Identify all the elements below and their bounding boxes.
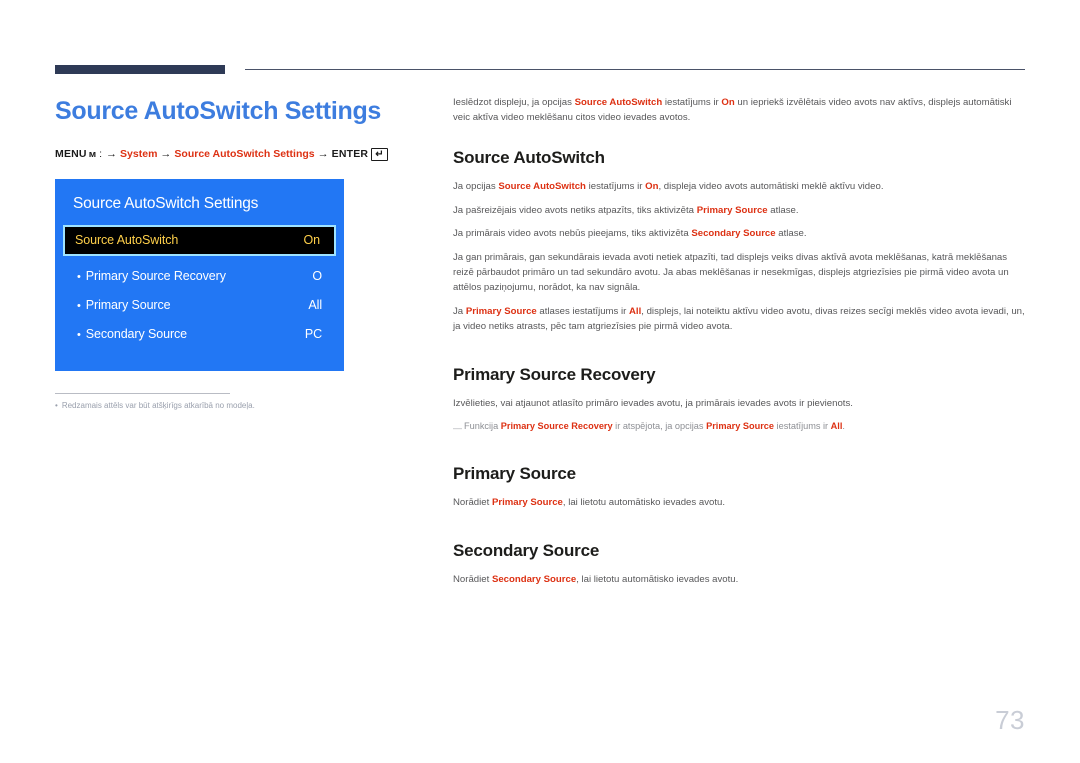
right-column: Ieslēdzot displeju, ja opcijas Source Au…	[453, 96, 1028, 597]
arrow-icon-1: →	[106, 148, 118, 160]
inline-text: ir atspējota, ja opcijas	[612, 421, 707, 432]
inline-text: Izvēlieties, vai atjaunot atlasīto primā…	[453, 397, 853, 409]
section-heading: Primary Source	[453, 464, 576, 484]
menu-path-breadcrumb: MENU ᴍ : → System → Source AutoSwitch Se…	[55, 147, 430, 161]
osd-row-value: On	[303, 233, 321, 247]
menu-step-source-autoswitch-settings[interactable]: Source AutoSwitch Settings	[174, 148, 314, 160]
inline-highlight: Secondary Source	[491, 574, 577, 586]
section-paragraph: Izvēlieties, vai atjaunot atlasīto primā…	[453, 397, 1028, 412]
note-text: Funkcija Primary Source Recovery ir atsp…	[464, 420, 845, 434]
inline-text: Ieslēdzot displeju, ja opcijas	[453, 97, 575, 108]
inline-text: atlases iestatījums ir	[536, 305, 629, 317]
inline-text: , lai lietotu automātisko ievades avotu.	[576, 574, 739, 586]
osd-row-label: Source AutoSwitch	[75, 233, 179, 247]
inline-highlight: All	[629, 305, 642, 317]
inline-text: Ja gan primārais, gan sekundārais ievada…	[453, 252, 1009, 294]
section-heading: Primary Source Recovery	[453, 364, 656, 384]
footnote-block: • Redzamais attēls var būt atšķirīgs atk…	[55, 392, 285, 412]
footnote-bullet: •	[55, 400, 58, 410]
inline-text: atlase.	[767, 204, 799, 216]
inline-text: atlase.	[775, 228, 807, 240]
osd-row-label: Secondary Source	[77, 327, 187, 341]
osd-row-label: Primary Source Recovery	[77, 269, 226, 283]
inline-highlight: On	[721, 97, 735, 108]
section-paragraph: Norādiet Primary Source, lai lietotu aut…	[453, 496, 1028, 511]
inline-highlight: Source AutoSwitch	[574, 97, 663, 108]
enter-key-icon[interactable]: ↵	[371, 147, 388, 161]
inline-highlight: Primary Source	[696, 204, 768, 216]
inline-text: Ja opcijas	[453, 180, 499, 192]
osd-panel: Source AutoSwitch Settings Source AutoSw…	[55, 178, 344, 371]
inline-text: Ja primārais video avots nebūs pieejams,…	[453, 228, 692, 240]
inline-highlight: Primary Source	[465, 305, 537, 317]
section-paragraph: Ja Primary Source atlases iestatījums ir…	[453, 305, 1028, 335]
inline-text: iestatījums ir	[774, 421, 831, 432]
left-column: Source AutoSwitch Settings MENU ᴍ : → Sy…	[55, 95, 430, 411]
inline-highlight: On	[645, 180, 659, 192]
osd-panel-title: Source AutoSwitch Settings	[73, 194, 259, 212]
note-dash-icon: ―	[453, 423, 462, 434]
inline-text: Ja pašreizējais video avots netiks atpaz…	[453, 204, 697, 216]
section-paragraph: Ja primārais video avots nebūs pieejams,…	[453, 227, 1028, 242]
enter-label: ENTER	[331, 148, 369, 160]
header-rule-thin	[245, 69, 1025, 70]
inline-text: iestatījums ir	[585, 180, 646, 192]
section-paragraph: Ja opcijas Source AutoSwitch iestatījums…	[453, 180, 1028, 195]
inline-text: Funkcija	[464, 421, 501, 432]
inline-text: , displeja video avots automātiski meklē…	[658, 180, 884, 192]
page-number: 73	[995, 705, 1025, 735]
osd-row[interactable]: Primary Source All	[55, 291, 344, 320]
osd-row-label: Primary Source	[77, 298, 171, 312]
section-note: ― Funkcija Primary Source Recovery ir ats…	[453, 420, 1028, 434]
inline-highlight: Secondary Source	[691, 228, 776, 240]
inline-highlight: Source AutoSwitch	[498, 180, 586, 192]
inline-text: .	[842, 421, 845, 432]
inline-text: iestatījums ir	[662, 97, 722, 108]
osd-row-value: All	[308, 298, 322, 312]
inline-text: Norādiet	[453, 497, 492, 509]
page-title: Source AutoSwitch Settings	[55, 97, 382, 125]
section-heading: Secondary Source	[453, 541, 600, 561]
header-rule-thick	[55, 65, 225, 74]
inline-highlight: Primary Source Recovery	[500, 421, 613, 432]
intro-paragraph: Ieslēdzot displeju, ja opcijas Source Au…	[453, 96, 1028, 126]
inline-text: Ja	[453, 305, 466, 317]
osd-row[interactable]: Primary Source Recovery O	[55, 262, 344, 291]
footnote: • Redzamais attēls var būt atšķirīgs atk…	[55, 401, 285, 412]
inline-highlight: Primary Source	[706, 421, 774, 432]
inline-highlight: All	[830, 421, 843, 432]
menu-glyph-icon: ᴍ	[88, 148, 97, 160]
osd-row-value: O	[312, 269, 322, 283]
osd-row[interactable]: Source AutoSwitch On	[63, 224, 336, 256]
menu-colon: :	[99, 148, 103, 160]
section-heading: Source AutoSwitch	[453, 147, 605, 167]
menu-label: MENU	[55, 148, 87, 160]
sections-container: Source AutoSwitch Ja opcijas Source AutoS…	[453, 148, 1028, 588]
inline-text: Norādiet	[453, 574, 492, 586]
osd-menu-list: Source AutoSwitch On Primary Source Recove…	[55, 224, 344, 349]
footnote-divider	[55, 392, 230, 394]
inline-text: , lai lietotu automātisko ievades avotu.	[562, 497, 725, 509]
osd-row[interactable]: Secondary Source PC	[55, 320, 344, 349]
section-paragraph: Ja gan primārais, gan sekundārais ievada…	[453, 251, 1028, 296]
menu-step-system[interactable]: System	[120, 148, 157, 160]
section-paragraph: Norādiet Secondary Source, lai lietotu a…	[453, 573, 1028, 588]
osd-row-value: PC	[304, 327, 322, 341]
section-paragraph: Ja pašreizējais video avots netiks atpaz…	[453, 204, 1028, 219]
footnote-text: Redzamais attēls var būt atšķirīgs atkar…	[61, 400, 255, 410]
inline-highlight: Primary Source	[491, 497, 563, 509]
arrow-icon-2: →	[160, 148, 172, 160]
arrow-icon-3: →	[317, 148, 329, 160]
header-rules	[0, 0, 1080, 80]
